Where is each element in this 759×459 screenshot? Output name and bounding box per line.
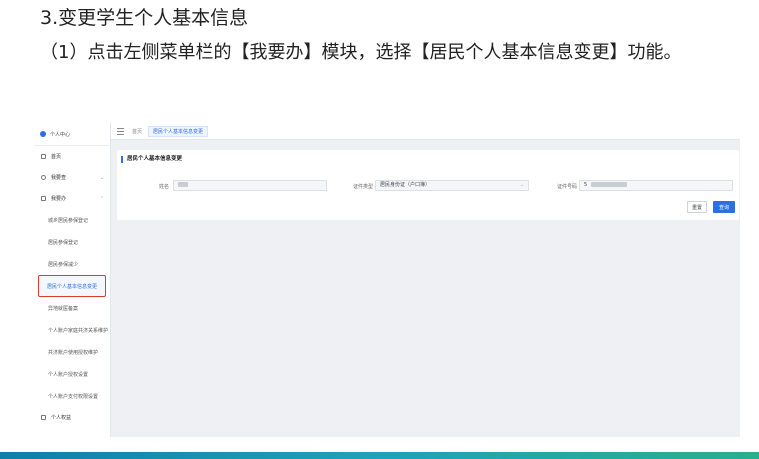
sidebar-subitem[interactable]: 个人账户支付权限设置 — [34, 385, 110, 407]
sidebar-subitem[interactable]: 异地就医备案 — [34, 297, 110, 319]
id-number-field[interactable]: 5 — [579, 180, 733, 191]
sidebar-item-label: 我要办 — [51, 196, 67, 202]
sidebar-subitem[interactable]: 居民参保登记 — [34, 231, 110, 253]
id-number-label: 证件号码 — [557, 184, 578, 190]
sidebar-subitem[interactable]: 个人账户授权设置 — [34, 363, 110, 385]
app-screenshot: 个人中心 首页 我要查 ⌄ 我要办 ⌃ 城乡居民参保登记 居民参保登记 居民参保… — [34, 123, 740, 437]
tab-basic-info-change[interactable]: 居民个人基本信息变更 — [148, 125, 209, 137]
reset-button[interactable]: 重置 — [687, 201, 707, 213]
user-center-icon — [40, 131, 46, 137]
id-number-prefix: 5 — [584, 182, 588, 188]
id-type-value: 居民身份证（户口簿） — [380, 182, 431, 188]
sidebar-item-label: 个人权益 — [51, 415, 72, 421]
sidebar-item-home[interactable]: 首页 — [34, 146, 110, 167]
slide-title: 3.变更学生个人基本信息 — [40, 7, 249, 29]
sidebar-header-label: 个人中心 — [50, 131, 71, 138]
chevron-down-icon: ⌄ — [519, 182, 524, 188]
slide-body: （1）点击左侧菜单栏的【我要办】模块，选择【居民个人基本信息变更】功能。 — [40, 42, 682, 63]
rights-icon — [41, 415, 46, 420]
sidebar-subitem[interactable]: 城乡居民参保登记 — [34, 209, 110, 231]
menu-icon[interactable] — [117, 127, 124, 135]
sidebar: 个人中心 首页 我要查 ⌄ 我要办 ⌃ 城乡居民参保登记 居民参保登记 居民参保… — [34, 123, 111, 437]
sidebar-item-query[interactable]: 我要查 ⌄ — [34, 167, 110, 188]
decorative-band — [0, 452, 759, 459]
home-icon — [41, 154, 46, 159]
form-panel: 居民个人基本信息变更 姓名 证件类型 居民身份证（户口簿） ⌄ 证件号码 5 重… — [117, 150, 739, 220]
sidebar-header[interactable]: 个人中心 — [34, 123, 110, 146]
sidebar-subitem[interactable]: 共济账户使用授权维护 — [34, 341, 110, 363]
chevron-up-icon: ⌃ — [99, 195, 104, 202]
search-icon — [41, 175, 46, 180]
breadcrumb-home[interactable]: 首页 — [132, 128, 142, 135]
sidebar-item-label: 首页 — [51, 154, 62, 160]
id-type-select[interactable]: 居民身份证（户口簿） ⌄ — [375, 180, 529, 191]
chevron-down-icon: ⌄ — [99, 174, 104, 181]
sidebar-subitem-basic-info-change[interactable]: 居民个人基本信息变更 — [38, 275, 106, 297]
redacted-value — [590, 182, 627, 187]
panel-title: 居民个人基本信息变更 — [121, 156, 182, 163]
redacted-value — [178, 182, 188, 187]
sidebar-item-rights[interactable]: 个人权益 — [34, 407, 110, 428]
id-type-label: 证件类型 — [353, 184, 374, 190]
query-button[interactable]: 查询 — [713, 201, 735, 213]
sidebar-item-handle[interactable]: 我要办 ⌃ — [34, 188, 110, 209]
name-label: 姓名 — [159, 184, 170, 190]
sidebar-subitem[interactable]: 居民参保减少 — [34, 253, 110, 275]
sidebar-subitem[interactable]: 个人账户家庭共济关系维护 — [34, 319, 110, 341]
name-field[interactable] — [173, 180, 327, 191]
top-bar: 首页 居民个人基本信息变更 — [111, 123, 740, 140]
folder-icon — [41, 196, 46, 201]
sidebar-item-label: 我要查 — [51, 175, 67, 181]
